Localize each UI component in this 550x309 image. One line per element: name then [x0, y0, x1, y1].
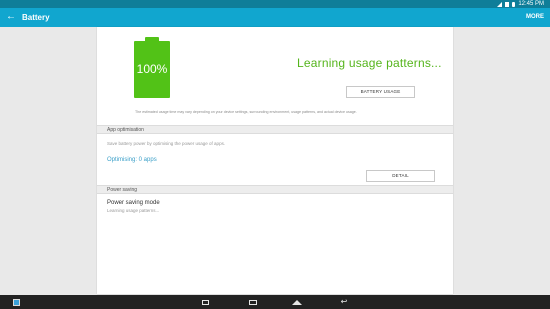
status-icons: 12:45 PM	[497, 0, 544, 8]
usage-disclaimer: The estimated usage time may vary depend…	[135, 110, 357, 114]
status-bar: 12:45 PM	[0, 0, 550, 8]
battery-level-text: 100%	[136, 62, 168, 76]
app-optimisation-description: Save battery power by optimising the pow…	[107, 141, 226, 146]
page-title: Battery	[22, 13, 50, 22]
app-optimisation-header: App optimisation	[97, 125, 453, 134]
optimising-status-link[interactable]: Optimising: 0 apps	[107, 156, 157, 164]
signal-icon	[497, 1, 503, 7]
keyboard-icon[interactable]	[246, 297, 260, 307]
wifi-icon	[505, 1, 510, 7]
battery-usage-button[interactable]: BATTERY USAGE	[346, 86, 415, 98]
navigation-bar: ↩	[0, 295, 550, 309]
battery-status-text: Learning usage patterns...	[297, 56, 442, 70]
status-time: 12:45 PM	[518, 1, 544, 7]
recent-apps-icon[interactable]	[198, 297, 212, 307]
battery-icon	[512, 1, 516, 7]
app-launcher-icon[interactable]	[9, 297, 23, 307]
back-icon[interactable]: ↩	[337, 297, 351, 307]
power-saving-mode-item[interactable]: Power saving mode	[107, 199, 160, 207]
power-saving-mode-subtitle: Learning usage patterns...	[107, 208, 160, 213]
detail-button[interactable]: DETAIL	[366, 170, 435, 182]
home-icon[interactable]	[290, 297, 304, 307]
power-saving-header: Power saving	[97, 185, 453, 194]
app-bar: ← Battery MORE	[0, 8, 550, 27]
more-button[interactable]: MORE	[526, 12, 544, 23]
arrow-left-icon[interactable]: ←	[5, 11, 17, 23]
battery-panel: 100% Learning usage patterns... BATTERY …	[97, 27, 453, 294]
